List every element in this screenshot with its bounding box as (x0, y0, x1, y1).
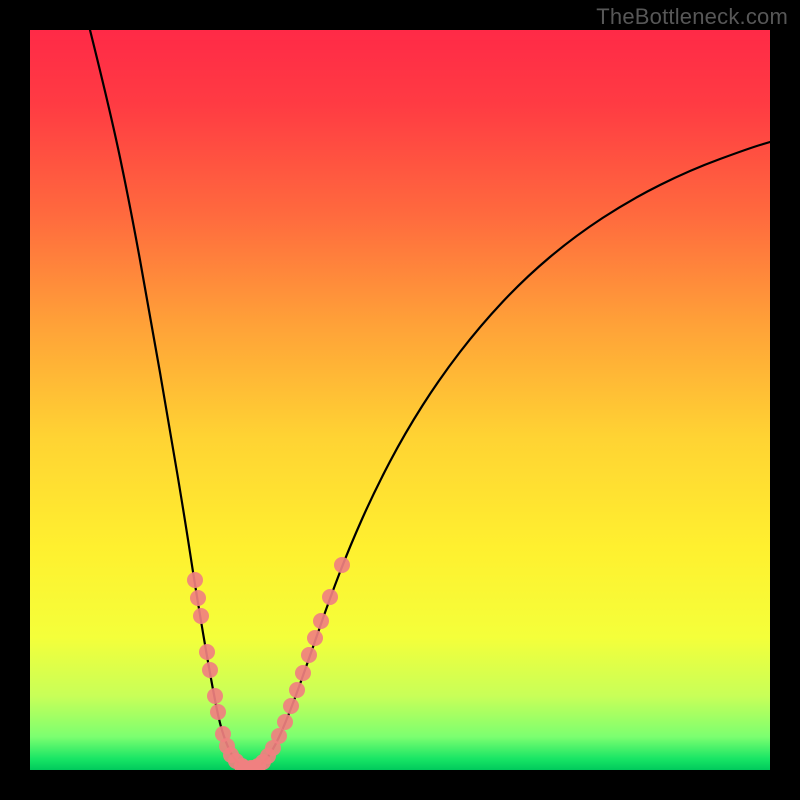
scatter-marker (289, 682, 305, 698)
scatter-marker (202, 662, 218, 678)
scatter-marker (301, 647, 317, 663)
scatter-marker (207, 688, 223, 704)
bottleneck-curve (90, 30, 770, 769)
scatter-marker (210, 704, 226, 720)
scatter-marker (295, 665, 311, 681)
watermark-text: TheBottleneck.com (596, 4, 788, 30)
scatter-marker (334, 557, 350, 573)
scatter-marker (322, 589, 338, 605)
scatter-marker (307, 630, 323, 646)
scatter-markers (187, 557, 350, 770)
scatter-marker (199, 644, 215, 660)
plot-area (30, 30, 770, 770)
scatter-marker (313, 613, 329, 629)
scatter-marker (190, 590, 206, 606)
chart-frame: TheBottleneck.com (0, 0, 800, 800)
curve-layer (30, 30, 770, 770)
scatter-marker (193, 608, 209, 624)
scatter-marker (283, 698, 299, 714)
scatter-marker (187, 572, 203, 588)
scatter-marker (277, 714, 293, 730)
scatter-marker (271, 728, 287, 744)
